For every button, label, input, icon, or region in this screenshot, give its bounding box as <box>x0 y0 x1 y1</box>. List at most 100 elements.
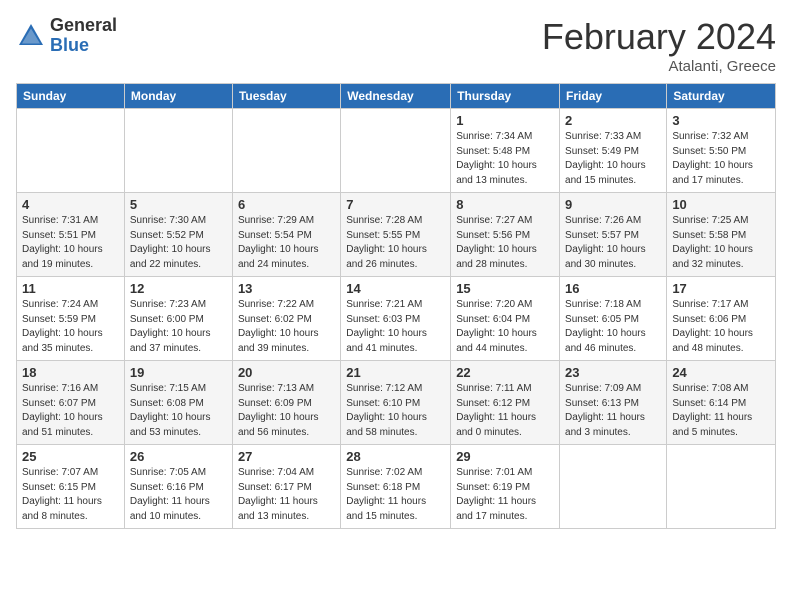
day-info: Sunrise: 7:08 AMSunset: 6:14 PMDaylight:… <box>672 382 770 440</box>
logo-general-text: General <box>50 16 117 36</box>
calendar-cell: 4 Sunrise: 7:31 AMSunset: 5:51 PMDaylight… <box>17 193 125 277</box>
day-info: Sunrise: 7:34 AMSunset: 5:48 PMDaylight:… <box>456 130 554 188</box>
day-info: Sunrise: 7:31 AMSunset: 5:51 PMDaylight:… <box>22 214 119 272</box>
calendar-table: SundayMondayTuesdayWednesdayThursdayFrid… <box>16 83 776 529</box>
calendar-cell: 7 Sunrise: 7:28 AMSunset: 5:55 PMDaylight… <box>341 193 451 277</box>
day-number: 5 <box>130 197 227 212</box>
day-number: 19 <box>130 365 227 380</box>
calendar-cell: 18Sunrise: 7:16 AMSunset: 6:07 PMDayligh… <box>17 361 125 445</box>
day-number: 26 <box>130 449 227 464</box>
day-number: 28 <box>346 449 445 464</box>
calendar-cell: 27 Sunrise: 7:04 AMSunset: 6:17 PMDayligh… <box>232 445 340 529</box>
calendar-cell: 15Sunrise: 7:20 AMSunset: 6:04 PMDayligh… <box>451 277 560 361</box>
day-info: Sunrise: 7:12 AMSunset: 6:10 PMDaylight:… <box>346 382 445 440</box>
day-info: Sunrise: 7:27 AMSunset: 5:56 PMDaylight:… <box>456 214 554 272</box>
weekday-header-thursday: Thursday <box>451 84 560 109</box>
day-info: Sunrise: 7:33 AMSunset: 5:49 PMDaylight:… <box>565 130 661 188</box>
day-info: Sunrise: 7:04 AMSunset: 6:17 PMDaylight:… <box>238 466 335 524</box>
day-number: 23 <box>565 365 661 380</box>
day-info: Sunrise: 7:24 AMSunset: 5:59 PMDaylight:… <box>22 298 119 356</box>
day-number: 15 <box>456 281 554 296</box>
calendar-cell: 3 Sunrise: 7:32 AMSunset: 5:50 PMDaylight… <box>667 109 776 193</box>
day-info: Sunrise: 7:17 AMSunset: 6:06 PMDaylight:… <box>672 298 770 356</box>
day-info: Sunrise: 7:11 AMSunset: 6:12 PMDaylight:… <box>456 382 554 440</box>
month-title: February 2024 <box>542 16 776 58</box>
weekday-header-wednesday: Wednesday <box>341 84 451 109</box>
calendar-cell: 8 Sunrise: 7:27 AMSunset: 5:56 PMDaylight… <box>451 193 560 277</box>
day-number: 11 <box>22 281 119 296</box>
day-info: Sunrise: 7:26 AMSunset: 5:57 PMDaylight:… <box>565 214 661 272</box>
calendar-cell: 17 Sunrise: 7:17 AMSunset: 6:06 PMDayligh… <box>667 277 776 361</box>
location: Atalanti, Greece <box>542 58 776 75</box>
day-number: 12 <box>130 281 227 296</box>
calendar-cell: 19 Sunrise: 7:15 AMSunset: 6:08 PMDayligh… <box>124 361 232 445</box>
day-info: Sunrise: 7:09 AMSunset: 6:13 PMDaylight:… <box>565 382 661 440</box>
logo-text: General Blue <box>50 16 117 56</box>
calendar-body: 1 Sunrise: 7:34 AMSunset: 5:48 PMDaylight… <box>17 109 776 529</box>
day-number: 13 <box>238 281 335 296</box>
weekday-header-row: SundayMondayTuesdayWednesdayThursdayFrid… <box>17 84 776 109</box>
logo-icon <box>16 21 46 51</box>
calendar-cell <box>232 109 340 193</box>
weekday-header-friday: Friday <box>560 84 667 109</box>
calendar-cell: 2 Sunrise: 7:33 AMSunset: 5:49 PMDaylight… <box>560 109 667 193</box>
calendar-cell: 6 Sunrise: 7:29 AMSunset: 5:54 PMDaylight… <box>232 193 340 277</box>
day-number: 27 <box>238 449 335 464</box>
day-number: 17 <box>672 281 770 296</box>
day-number: 21 <box>346 365 445 380</box>
day-number: 3 <box>672 113 770 128</box>
calendar-cell: 29 Sunrise: 7:01 AMSunset: 6:19 PMDayligh… <box>451 445 560 529</box>
day-number: 10 <box>672 197 770 212</box>
calendar-cell: 12 Sunrise: 7:23 AMSunset: 6:00 PMDayligh… <box>124 277 232 361</box>
day-number: 24 <box>672 365 770 380</box>
day-info: Sunrise: 7:32 AMSunset: 5:50 PMDaylight:… <box>672 130 770 188</box>
day-number: 22 <box>456 365 554 380</box>
day-number: 2 <box>565 113 661 128</box>
day-info: Sunrise: 7:21 AMSunset: 6:03 PMDaylight:… <box>346 298 445 356</box>
calendar-cell: 9Sunrise: 7:26 AMSunset: 5:57 PMDaylight… <box>560 193 667 277</box>
weekday-header-sunday: Sunday <box>17 84 125 109</box>
calendar-week-row: 1 Sunrise: 7:34 AMSunset: 5:48 PMDaylight… <box>17 109 776 193</box>
logo: General Blue <box>16 16 117 56</box>
day-number: 7 <box>346 197 445 212</box>
day-info: Sunrise: 7:28 AMSunset: 5:55 PMDaylight:… <box>346 214 445 272</box>
day-number: 25 <box>22 449 119 464</box>
calendar-week-row: 4 Sunrise: 7:31 AMSunset: 5:51 PMDaylight… <box>17 193 776 277</box>
calendar-cell: 11 Sunrise: 7:24 AMSunset: 5:59 PMDayligh… <box>17 277 125 361</box>
day-info: Sunrise: 7:07 AMSunset: 6:15 PMDaylight:… <box>22 466 119 524</box>
day-info: Sunrise: 7:22 AMSunset: 6:02 PMDaylight:… <box>238 298 335 356</box>
day-info: Sunrise: 7:05 AMSunset: 6:16 PMDaylight:… <box>130 466 227 524</box>
weekday-header-monday: Monday <box>124 84 232 109</box>
day-info: Sunrise: 7:18 AMSunset: 6:05 PMDaylight:… <box>565 298 661 356</box>
day-info: Sunrise: 7:15 AMSunset: 6:08 PMDaylight:… <box>130 382 227 440</box>
calendar-cell: 20Sunrise: 7:13 AMSunset: 6:09 PMDayligh… <box>232 361 340 445</box>
calendar-cell <box>341 109 451 193</box>
day-number: 29 <box>456 449 554 464</box>
day-number: 16 <box>565 281 661 296</box>
calendar-cell: 13 Sunrise: 7:22 AMSunset: 6:02 PMDayligh… <box>232 277 340 361</box>
calendar-week-row: 11 Sunrise: 7:24 AMSunset: 5:59 PMDayligh… <box>17 277 776 361</box>
day-info: Sunrise: 7:29 AMSunset: 5:54 PMDaylight:… <box>238 214 335 272</box>
calendar-cell: 22 Sunrise: 7:11 AMSunset: 6:12 PMDayligh… <box>451 361 560 445</box>
day-info: Sunrise: 7:23 AMSunset: 6:00 PMDaylight:… <box>130 298 227 356</box>
day-info: Sunrise: 7:02 AMSunset: 6:18 PMDaylight:… <box>346 466 445 524</box>
calendar-week-row: 25 Sunrise: 7:07 AMSunset: 6:15 PMDayligh… <box>17 445 776 529</box>
calendar-cell: 24 Sunrise: 7:08 AMSunset: 6:14 PMDayligh… <box>667 361 776 445</box>
day-number: 4 <box>22 197 119 212</box>
calendar-cell: 23 Sunrise: 7:09 AMSunset: 6:13 PMDayligh… <box>560 361 667 445</box>
calendar-cell <box>560 445 667 529</box>
calendar-cell: 14 Sunrise: 7:21 AMSunset: 6:03 PMDayligh… <box>341 277 451 361</box>
weekday-header-saturday: Saturday <box>667 84 776 109</box>
day-info: Sunrise: 7:01 AMSunset: 6:19 PMDaylight:… <box>456 466 554 524</box>
day-info: Sunrise: 7:30 AMSunset: 5:52 PMDaylight:… <box>130 214 227 272</box>
day-info: Sunrise: 7:13 AMSunset: 6:09 PMDaylight:… <box>238 382 335 440</box>
day-number: 8 <box>456 197 554 212</box>
day-number: 1 <box>456 113 554 128</box>
calendar-cell: 26 Sunrise: 7:05 AMSunset: 6:16 PMDayligh… <box>124 445 232 529</box>
calendar-cell: 5 Sunrise: 7:30 AMSunset: 5:52 PMDaylight… <box>124 193 232 277</box>
page-header: General Blue February 2024 Atalanti, Gre… <box>16 16 776 75</box>
calendar-cell <box>124 109 232 193</box>
calendar-cell: 16 Sunrise: 7:18 AMSunset: 6:05 PMDayligh… <box>560 277 667 361</box>
day-number: 6 <box>238 197 335 212</box>
day-number: 14 <box>346 281 445 296</box>
